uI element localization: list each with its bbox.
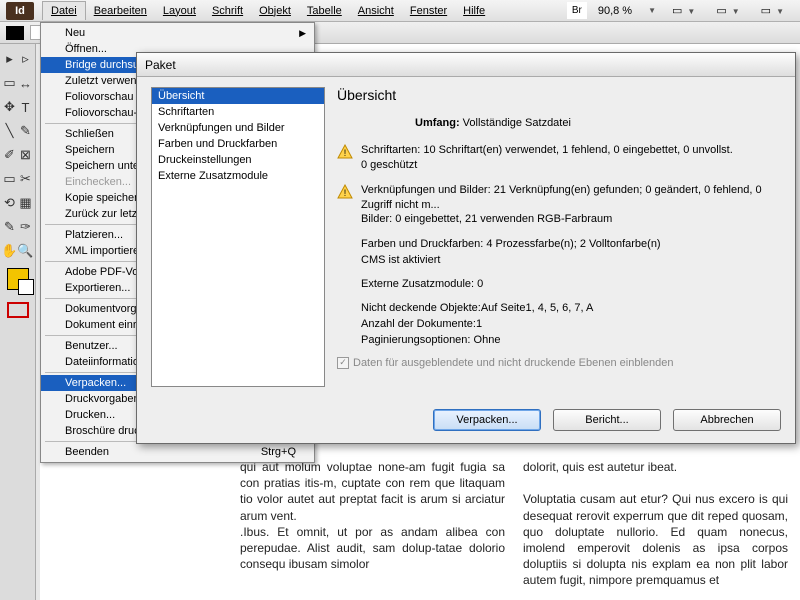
line-tool[interactable]: ╲ — [2, 120, 17, 142]
fill-stroke-swatch[interactable] — [7, 268, 29, 290]
content-tool[interactable]: ✥ — [2, 96, 17, 118]
fill-swatch[interactable] — [6, 26, 24, 40]
text-column-1: qui aut molum voluptae none-am fugit fug… — [240, 459, 505, 600]
menu-item[interactable]: Neu▶ — [41, 25, 314, 41]
menubar-right: Br 90,8 % ▼ ▭▼ ▭▼ ▭▼ — [567, 1, 800, 20]
selection-tool[interactable]: ▸ — [2, 48, 17, 70]
colors-summary: Farben und Druckfarben: 4 Prozessfarbe(n… — [361, 237, 781, 269]
dialog-title: Paket — [137, 53, 795, 77]
list-item[interactable]: Druckeinstellungen — [152, 152, 324, 168]
checkbox-icon[interactable]: ✓ — [337, 357, 349, 369]
hidden-layers-checkbox-row[interactable]: ✓ Daten für ausgeblendete und nicht druc… — [337, 357, 781, 369]
misc-summary: Nicht deckende Objekte:Auf Seite1, 4, 5,… — [361, 301, 781, 349]
text-column-2: dolorit, quis est autetur ibeat. Volupta… — [523, 459, 788, 600]
menu-objekt[interactable]: Objekt — [251, 2, 299, 20]
list-item[interactable]: Übersicht — [152, 88, 324, 104]
list-item[interactable]: Schriftarten — [152, 104, 324, 120]
list-item[interactable]: Verknüpfungen und Bilder — [152, 120, 324, 136]
menu-hilfe[interactable]: Hilfe — [455, 2, 493, 20]
plugins-summary: Externe Zusatzmodule: 0 — [361, 277, 781, 293]
zoom-dropdown-icon[interactable]: ▼ — [643, 3, 661, 18]
menu-layout[interactable]: Layout — [155, 2, 204, 20]
menu-tabelle[interactable]: Tabelle — [299, 2, 350, 20]
list-item[interactable]: Farben und Druckfarben — [152, 136, 324, 152]
menu-item[interactable]: BeendenStrg+Q — [41, 444, 314, 460]
warning-icon: ! — [337, 144, 353, 160]
measure-tool[interactable]: ✑ — [18, 216, 33, 238]
arrange-icon[interactable]: ▭▼ — [756, 1, 794, 20]
menu-bearbeiten[interactable]: Bearbeiten — [86, 2, 155, 20]
dialog-main: Übersicht Umfang: Vollständige Satzdatei… — [333, 77, 795, 403]
checkbox-label: Daten für ausgeblendete und nicht drucke… — [353, 357, 673, 369]
menubar: Id Datei Bearbeiten Layout Schrift Objek… — [0, 0, 800, 22]
scissors-tool[interactable]: ✂ — [18, 168, 33, 190]
gap-tool[interactable]: ↔ — [18, 72, 33, 94]
tool-panel: ▸▹ ▭↔ ✥T ╲✎ ✐⊠ ▭✂ ⟲▦ ✎✑ ✋🔍 — [0, 44, 36, 600]
scope-row: Umfang: Vollständige Satzdatei — [415, 117, 781, 129]
stroke-swatch[interactable] — [7, 302, 29, 318]
view-mode-icon[interactable]: ▭▼ — [667, 1, 705, 20]
svg-text:!: ! — [344, 188, 347, 198]
menu-datei[interactable]: Datei — [42, 1, 86, 20]
dialog-button-row: Verpacken... Bericht... Abbrechen — [137, 403, 795, 443]
zoom-tool[interactable]: 🔍 — [18, 240, 33, 262]
package-button[interactable]: Verpacken... — [433, 409, 541, 431]
app-logo: Id — [6, 2, 34, 20]
screen-mode-icon[interactable]: ▭▼ — [711, 1, 749, 20]
menu-ansicht[interactable]: Ansicht — [350, 2, 402, 20]
page-tool[interactable]: ▭ — [2, 72, 17, 94]
bridge-button[interactable]: Br — [567, 2, 587, 19]
dialog-sidebar: ÜbersichtSchriftartenVerknüpfungen und B… — [137, 77, 333, 403]
menu-schrift[interactable]: Schrift — [204, 2, 251, 20]
cancel-button[interactable]: Abbrechen — [673, 409, 781, 431]
zoom-field[interactable]: 90,8 % — [593, 2, 637, 20]
pen-tool[interactable]: ✎ — [18, 120, 33, 142]
hand-tool[interactable]: ✋ — [2, 240, 17, 262]
type-tool[interactable]: T — [18, 96, 33, 118]
direct-selection-tool[interactable]: ▹ — [18, 48, 33, 70]
category-listbox[interactable]: ÜbersichtSchriftartenVerknüpfungen und B… — [151, 87, 325, 387]
links-summary: Verknüpfungen und Bilder: 21 Verknüpfung… — [361, 183, 781, 228]
package-dialog: Paket ÜbersichtSchriftartenVerknüpfungen… — [136, 52, 796, 444]
eyedropper-tool[interactable]: ✎ — [2, 216, 17, 238]
report-button[interactable]: Bericht... — [553, 409, 661, 431]
menu-fenster[interactable]: Fenster — [402, 2, 455, 20]
rectangle-frame-tool[interactable]: ⊠ — [18, 144, 33, 166]
rectangle-tool[interactable]: ▭ — [2, 168, 17, 190]
free-transform-tool[interactable]: ⟲ — [2, 192, 17, 214]
pencil-tool[interactable]: ✐ — [2, 144, 17, 166]
gradient-tool[interactable]: ▦ — [18, 192, 33, 214]
svg-text:!: ! — [344, 148, 347, 158]
dialog-heading: Übersicht — [337, 87, 781, 103]
fonts-summary: Schriftarten: 10 Schriftart(en) verwende… — [361, 143, 781, 173]
list-item[interactable]: Externe Zusatzmodule — [152, 168, 324, 184]
warning-icon: ! — [337, 184, 353, 200]
